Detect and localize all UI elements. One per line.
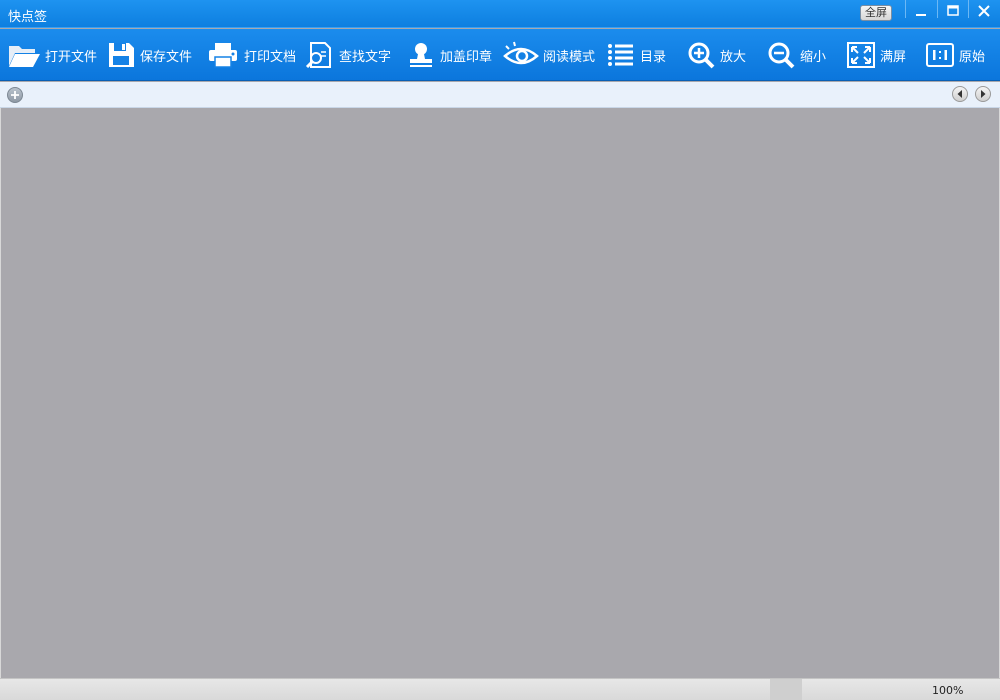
stamp-icon: [410, 43, 432, 67]
save-icon: [109, 43, 134, 67]
maximize-icon: [947, 5, 959, 16]
close-button[interactable]: [969, 0, 999, 22]
find-text-label: 查找文字: [339, 49, 392, 65]
plus-icon: [11, 91, 19, 99]
search-document-icon: [305, 42, 331, 69]
original-size-label: 原始: [959, 49, 986, 65]
folder-open-icon: [9, 46, 40, 67]
eye-icon: [503, 41, 539, 65]
toc-label: 目录: [640, 49, 667, 65]
save-file-button[interactable]: 保存文件: [106, 29, 192, 81]
original-size-button[interactable]: 原始: [925, 29, 985, 81]
zoom-out-button[interactable]: 缩小: [766, 29, 826, 81]
print-document-button[interactable]: 打印文档: [206, 29, 296, 81]
arrow-left-icon: [957, 90, 962, 98]
actual-size-icon: [926, 43, 954, 67]
scroll-tabs-left-button[interactable]: [952, 86, 968, 102]
open-file-button[interactable]: 打开文件: [7, 29, 97, 81]
save-file-label: 保存文件: [140, 49, 193, 65]
zoom-in-icon: [688, 42, 715, 69]
minimize-button[interactable]: [906, 0, 936, 22]
title-bar: 快点签 全屏: [0, 0, 1000, 28]
fit-screen-label: 满屏: [880, 49, 907, 65]
app-title: 快点签: [8, 10, 48, 25]
fullscreen-button[interactable]: 全屏: [860, 5, 892, 21]
fit-screen-button[interactable]: 满屏: [846, 29, 906, 81]
zoom-level-readout: 100%: [932, 684, 964, 697]
maximize-button[interactable]: [938, 0, 968, 22]
add-stamp-label: 加盖印章: [440, 49, 493, 65]
zoom-out-icon: [768, 42, 795, 69]
arrow-right-icon: [981, 90, 986, 98]
open-file-label: 打开文件: [45, 49, 98, 65]
reading-mode-button[interactable]: 阅读模式: [503, 29, 595, 81]
expand-icon: [847, 42, 875, 68]
zoom-out-label: 缩小: [800, 49, 827, 65]
print-document-label: 打印文档: [244, 49, 297, 65]
zoom-in-button[interactable]: 放大: [686, 29, 746, 81]
main-toolbar: 打开文件 保存文件 打印文档 查找文字 加盖印章 阅读模式 目录 放大 缩小 满…: [0, 29, 1000, 81]
reading-mode-label: 阅读模式: [543, 49, 596, 65]
toc-button[interactable]: 目录: [606, 29, 666, 81]
close-icon: [978, 5, 990, 17]
find-text-button[interactable]: 查找文字: [305, 29, 391, 81]
add-stamp-button[interactable]: 加盖印章: [406, 29, 492, 81]
status-bar: 100%: [0, 678, 1000, 700]
scroll-tabs-right-button[interactable]: [975, 86, 991, 102]
zoom-in-label: 放大: [720, 49, 747, 65]
minimize-icon: [916, 14, 926, 16]
tab-bar: [0, 82, 1000, 108]
add-tab-button[interactable]: [7, 87, 23, 103]
status-scroll-thumb[interactable]: [770, 679, 802, 700]
document-canvas[interactable]: [0, 108, 1000, 678]
list-icon: [608, 44, 633, 66]
printer-icon: [209, 43, 237, 68]
